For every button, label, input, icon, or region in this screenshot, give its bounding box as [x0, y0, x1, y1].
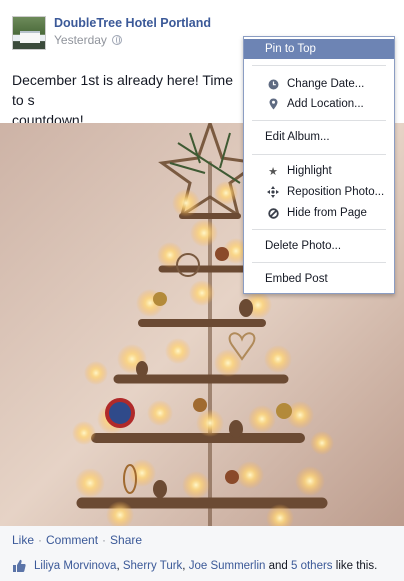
menu-item-label: Delete Photo...	[265, 240, 342, 252]
move-arrows-icon	[267, 186, 279, 198]
separator-dot: ·	[38, 533, 43, 547]
comment-link[interactable]: Comment	[46, 533, 98, 547]
menu-item-label: Change Date...	[287, 78, 365, 90]
post-timestamp[interactable]: Yesterday	[54, 33, 107, 47]
post-options-menu: Pin to Top Change Date... Add Location..…	[243, 36, 395, 294]
post-message: December 1st is already here! Time to s …	[12, 70, 242, 130]
menu-separator	[252, 154, 386, 155]
clock-icon	[267, 78, 279, 90]
menu-item-pin-to-top[interactable]: Pin to Top	[244, 39, 394, 59]
menu-separator	[252, 65, 386, 66]
comma: ,	[116, 560, 120, 572]
menu-item-highlight[interactable]: ★ Highlight	[244, 161, 394, 181]
share-link[interactable]: Share	[110, 533, 142, 547]
menu-item-delete-photo[interactable]: Delete Photo...	[244, 236, 394, 256]
menu-item-label: Add Location...	[287, 98, 364, 110]
block-icon	[267, 207, 279, 219]
menu-item-label: Embed Post	[265, 273, 328, 285]
map-pin-icon	[267, 98, 279, 110]
post-meta: Yesterday	[54, 33, 122, 47]
menu-item-edit-album[interactable]: Edit Album...	[244, 127, 394, 147]
others-link[interactable]: 5 others	[291, 560, 333, 572]
menu-item-label: Highlight	[287, 165, 332, 177]
thumbs-up-icon	[13, 559, 26, 572]
menu-separator	[252, 229, 386, 230]
page-name-link[interactable]: DoubleTree Hotel Portland	[54, 16, 211, 30]
menu-item-label: Edit Album...	[265, 131, 330, 143]
likes-summary: Liliya Morvinova , Sherry Turk , Joe Sum…	[0, 552, 404, 581]
liker-name[interactable]: Liliya Morvinova	[34, 560, 116, 572]
menu-item-label: Hide from Page	[287, 207, 367, 219]
globe-icon[interactable]	[111, 35, 122, 45]
like-link[interactable]: Like	[12, 533, 34, 547]
facebook-post: DoubleTree Hotel Portland Yesterday Dece…	[0, 0, 404, 581]
like-suffix: like this.	[335, 560, 378, 572]
menu-item-label: Pin to Top	[265, 43, 316, 55]
and-text: and	[268, 560, 288, 572]
menu-item-hide-from-page[interactable]: Hide from Page	[244, 203, 394, 223]
menu-item-change-date[interactable]: Change Date...	[244, 74, 394, 94]
menu-separator	[252, 120, 386, 121]
star-icon: ★	[268, 165, 278, 178]
liker-name[interactable]: Sherry Turk	[123, 560, 182, 572]
likes-row: Liliya Morvinova , Sherry Turk , Joe Sum…	[12, 559, 377, 573]
menu-item-label: Reposition Photo...	[287, 186, 385, 198]
liker-name[interactable]: Joe Summerlin	[189, 560, 266, 572]
post-actions: Like · Comment · Share	[12, 533, 142, 547]
post-message-line1: December 1st is already here! Time to s	[12, 72, 233, 108]
separator-dot: ·	[102, 533, 107, 547]
menu-item-add-location[interactable]: Add Location...	[244, 94, 394, 114]
menu-separator	[252, 262, 386, 263]
menu-item-embed-post[interactable]: Embed Post	[244, 269, 394, 289]
comma: ,	[182, 560, 186, 572]
page-avatar[interactable]	[12, 16, 46, 50]
post-actions-bar: Like · Comment · Share	[0, 526, 404, 553]
menu-item-reposition-photo[interactable]: Reposition Photo...	[244, 182, 394, 202]
